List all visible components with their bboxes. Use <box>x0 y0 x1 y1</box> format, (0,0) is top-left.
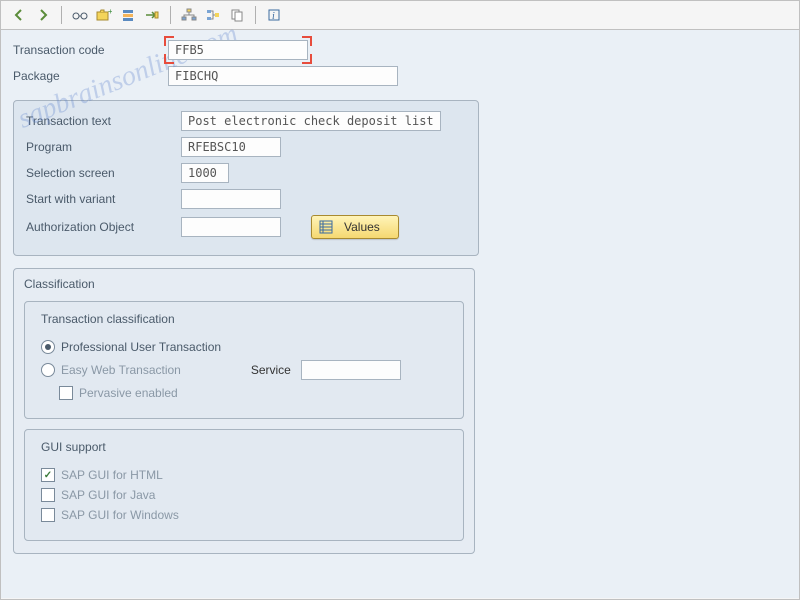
transaction-classification-group: Transaction classification Professional … <box>24 301 464 419</box>
radio-icon <box>41 363 55 377</box>
classification-title: Classification <box>24 277 464 291</box>
forward-icon[interactable] <box>33 5 53 25</box>
tcode-label: Transaction code <box>13 43 168 57</box>
checkbox-icon <box>59 386 73 400</box>
tcode-highlight: FFB5 <box>168 40 308 60</box>
package-label: Package <box>13 69 168 83</box>
toolbar: + i <box>1 1 799 30</box>
start-variant-label: Start with variant <box>26 192 181 206</box>
service-label: Service <box>251 363 291 377</box>
package-field[interactable]: FIBCHQ <box>168 66 398 86</box>
tcode-row: Transaction code FFB5 <box>13 40 787 60</box>
check-gui-java[interactable]: SAP GUI for Java <box>41 488 447 502</box>
toolbar-separator <box>255 6 256 24</box>
svg-text:i: i <box>272 11 275 22</box>
values-icon <box>318 219 334 235</box>
hierarchy-icon[interactable] <box>179 5 199 25</box>
start-variant-field[interactable] <box>181 189 281 209</box>
program-label: Program <box>26 140 181 154</box>
values-button[interactable]: Values <box>311 215 399 239</box>
checkbox-icon: ✓ <box>41 468 55 482</box>
auth-object-label: Authorization Object <box>26 220 181 234</box>
check-gui-html-label: SAP GUI for HTML <box>61 468 163 482</box>
service-field-input[interactable] <box>301 360 401 380</box>
selection-screen-field[interactable]: 1000 <box>181 163 229 183</box>
folder-create-icon[interactable]: + <box>94 5 114 25</box>
check-pervasive-label: Pervasive enabled <box>79 386 178 400</box>
gui-support-group: GUI support ✓ SAP GUI for HTML SAP GUI f… <box>24 429 464 541</box>
radio-easyweb-label: Easy Web Transaction <box>61 363 181 377</box>
info-icon[interactable]: i <box>264 5 284 25</box>
transaction-classification-legend: Transaction classification <box>37 312 179 326</box>
values-button-label: Values <box>344 220 380 234</box>
glasses-icon[interactable] <box>70 5 90 25</box>
check-gui-java-label: SAP GUI for Java <box>61 488 155 502</box>
check-gui-windows-label: SAP GUI for Windows <box>61 508 179 522</box>
radio-easyweb[interactable]: Easy Web Transaction Service <box>41 360 447 380</box>
app-frame: + i sapbrainsonline.com Transaction code… <box>0 0 800 600</box>
program-field[interactable]: RFEBSC10 <box>181 137 281 157</box>
radio-professional[interactable]: Professional User Transaction <box>41 340 447 354</box>
auth-object-field[interactable] <box>181 217 281 237</box>
selection-screen-label: Selection screen <box>26 166 181 180</box>
back-icon[interactable] <box>9 5 29 25</box>
transaction-text-label: Transaction text <box>26 114 181 128</box>
gui-support-legend: GUI support <box>37 440 110 454</box>
svg-text:+: + <box>108 8 112 16</box>
toolbar-separator <box>61 6 62 24</box>
radio-icon <box>41 340 55 354</box>
package-row: Package FIBCHQ <box>13 66 787 86</box>
toolbar-separator <box>170 6 171 24</box>
check-pervasive[interactable]: Pervasive enabled <box>59 386 447 400</box>
overview-icon[interactable] <box>118 5 138 25</box>
main-area: sapbrainsonline.com Transaction code FFB… <box>1 30 799 598</box>
copy-icon[interactable] <box>227 5 247 25</box>
details-panel: Transaction text Post electronic check d… <box>13 100 479 256</box>
check-gui-windows[interactable]: SAP GUI for Windows <box>41 508 447 522</box>
checkbox-icon <box>41 488 55 502</box>
classification-panel: Classification Transaction classificatio… <box>13 268 475 554</box>
radio-professional-label: Professional User Transaction <box>61 340 221 354</box>
checkbox-icon <box>41 508 55 522</box>
where-used-icon[interactable] <box>203 5 223 25</box>
check-gui-html[interactable]: ✓ SAP GUI for HTML <box>41 468 447 482</box>
transaction-text-field[interactable]: Post electronic check deposit list <box>181 111 441 131</box>
tcode-field[interactable]: FFB5 <box>168 40 308 60</box>
transport-icon[interactable] <box>142 5 162 25</box>
